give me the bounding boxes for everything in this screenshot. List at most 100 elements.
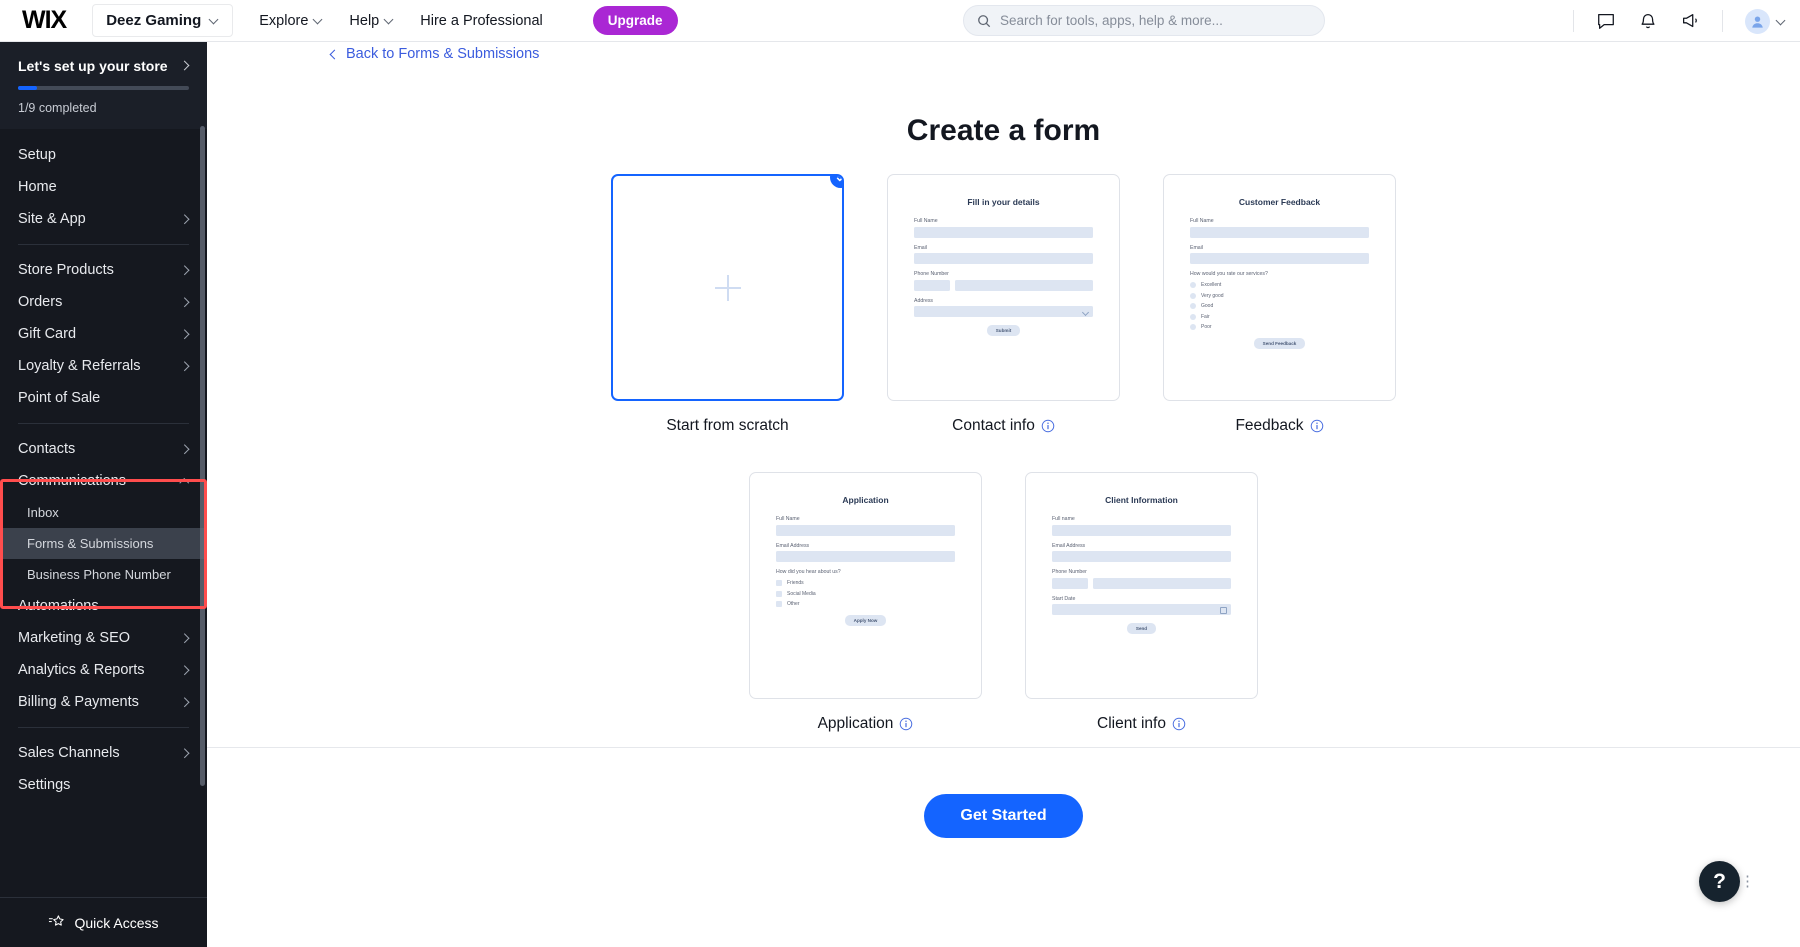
preview-phone-row — [914, 279, 1093, 291]
sidebar-item-setup[interactable]: Setup — [0, 139, 207, 171]
sidebar-item-orders[interactable]: Orders — [0, 286, 207, 318]
preview-field-label: Start Date — [1052, 595, 1076, 602]
sidebar-item-contacts[interactable]: Contacts — [0, 433, 207, 465]
bell-icon[interactable] — [1638, 11, 1658, 31]
preview-field-input — [955, 279, 1093, 291]
chevron-right-icon — [180, 698, 189, 707]
form-preview: Customer Feedback Full Name Email How would… — [1164, 175, 1395, 349]
sidebar-item-label: Contacts — [18, 441, 76, 457]
sidebar-item-marketing-seo[interactable]: Marketing & SEO — [0, 622, 207, 654]
preview-button-row: Send — [1052, 623, 1231, 634]
sidebar-item-point-of-sale[interactable]: Point of Sale — [0, 382, 207, 414]
sidebar-item-gift-card[interactable]: Gift Card — [0, 318, 207, 350]
sidebar-item-communications[interactable]: Communications — [0, 465, 207, 497]
info-icon[interactable] — [1172, 717, 1186, 731]
sidebar-item-inbox[interactable]: Inbox — [0, 497, 207, 528]
chevron-right-icon — [180, 215, 189, 224]
preview-field-select — [914, 306, 1093, 317]
sidebar-item-analytics-reports[interactable]: Analytics & Reports — [0, 654, 207, 686]
checkbox-icon — [776, 601, 782, 607]
avatar — [1745, 8, 1770, 34]
sidebar-item-label: Inbox — [27, 505, 59, 520]
template-card-application[interactable]: Application Full Name Email Address How did… — [749, 472, 982, 699]
preview-option-label: Poor — [1201, 324, 1212, 330]
upgrade-button[interactable]: Upgrade — [592, 6, 678, 35]
radio-icon — [1190, 282, 1196, 288]
nav-hire-label: Hire a Professional — [420, 12, 543, 29]
template-cell-feedback: Customer Feedback Full Name Email How would… — [1163, 174, 1396, 435]
sidebar-item-label: Sales Channels — [18, 745, 120, 761]
template-card-feedback[interactable]: Customer Feedback Full Name Email How would… — [1163, 174, 1396, 401]
form-preview: Fill in your details Full Name Email Phone … — [888, 175, 1119, 336]
sidebar-item-label: Marketing & SEO — [18, 630, 131, 646]
chat-icon[interactable] — [1596, 11, 1616, 31]
preview-field-input — [776, 524, 955, 536]
setup-progress-title: Let's set up your store — [18, 58, 168, 74]
preview-option-label: Good — [1201, 303, 1214, 309]
wix-logo[interactable]: WIX — [22, 6, 67, 35]
info-icon[interactable] — [899, 717, 913, 731]
preview-field-input — [1052, 551, 1231, 562]
sidebar-item-forms-submissions[interactable]: Forms & Submissions — [0, 528, 207, 559]
chevron-right-icon — [181, 62, 189, 70]
sidebar-item-business-phone-number[interactable]: Business Phone Number — [0, 559, 207, 590]
nav-help[interactable]: Help — [349, 13, 394, 29]
avatar-menu[interactable] — [1745, 8, 1786, 34]
quick-access-label: Quick Access — [74, 914, 159, 931]
chevron-right-icon — [180, 445, 189, 454]
page-title: Create a form — [906, 114, 1101, 147]
site-switcher[interactable]: Deez Gaming — [92, 4, 234, 37]
sidebar-separator — [18, 244, 189, 245]
preview-option: Excellent — [1190, 282, 1369, 288]
help-button[interactable]: ? — [1699, 861, 1740, 902]
top-nav: Explore Help Hire a Professional Upgrade — [259, 6, 678, 35]
preview-submit-button: Apply Now — [844, 615, 887, 626]
info-icon[interactable] — [1310, 419, 1324, 433]
sidebar-item-site-app[interactable]: Site & App — [0, 203, 207, 235]
megaphone-icon[interactable] — [1680, 11, 1700, 31]
template-row: Application Full Name Email Address How did… — [207, 472, 1800, 733]
sidebar-item-loyalty-referrals[interactable]: Loyalty & Referrals — [0, 350, 207, 382]
sidebar-item-automations[interactable]: Automations — [0, 590, 207, 622]
template-caption-feedback: Feedback — [1163, 417, 1396, 435]
sidebar-item-store-products[interactable]: Store Products — [0, 254, 207, 286]
preview-title: Client Information — [1105, 495, 1178, 505]
setup-progress-panel[interactable]: Let's set up your store 1/9 completed — [0, 42, 207, 129]
nav-explore[interactable]: Explore — [259, 13, 323, 29]
sidebar-scrollbar[interactable] — [200, 126, 205, 786]
chevron-down-icon — [1777, 17, 1786, 26]
template-card-contact-info[interactable]: Fill in your details Full Name Email Phone … — [887, 174, 1120, 401]
back-to-forms-link[interactable]: Back to Forms & Submissions — [329, 46, 539, 62]
preview-button-row: Submit — [914, 325, 1093, 336]
preview-submit-button: Send — [1126, 623, 1157, 634]
help-menu-dots[interactable]: ⋮ — [1740, 872, 1756, 890]
radio-icon — [1190, 324, 1196, 330]
sidebar-item-billing-payments[interactable]: Billing & Payments — [0, 686, 207, 718]
chevron-right-icon — [180, 298, 189, 307]
template-caption-label: Application — [817, 715, 894, 732]
nav-hire-a-professional[interactable]: Hire a Professional — [420, 13, 543, 29]
get-started-button[interactable]: Get Started — [924, 794, 1083, 838]
chevron-right-icon — [180, 634, 189, 643]
chevron-right-icon — [180, 330, 189, 339]
template-caption-start-from-scratch: Start from scratch — [611, 417, 844, 435]
preview-field-label: Email — [1190, 244, 1203, 251]
template-card-client-info[interactable]: Client Information Full name Email Address… — [1025, 472, 1258, 699]
divider — [1722, 10, 1723, 32]
chevron-down-icon — [385, 16, 394, 25]
sidebar-item-settings[interactable]: Settings — [0, 769, 207, 801]
info-icon[interactable] — [1041, 419, 1055, 433]
preview-option: Friends — [776, 580, 955, 586]
sidebar-item-label: Analytics & Reports — [18, 662, 145, 678]
quick-access-button[interactable]: Quick Access — [0, 897, 207, 947]
search-input[interactable]: Search for tools, apps, help & more... — [963, 5, 1325, 36]
setup-progress-header[interactable]: Let's set up your store — [18, 58, 189, 74]
sidebar-item-home[interactable]: Home — [0, 171, 207, 203]
preview-option-label: Fair — [1201, 313, 1210, 320]
sidebar-item-sales-channels[interactable]: Sales Channels — [0, 737, 207, 769]
sidebar-item-label: Loyalty & Referrals — [18, 358, 141, 374]
template-card-start-from-scratch[interactable] — [611, 174, 844, 401]
sidebar-item-label: Billing & Payments — [18, 694, 139, 710]
radio-icon — [1190, 303, 1196, 309]
preview-option-label: Social Media — [787, 590, 816, 597]
